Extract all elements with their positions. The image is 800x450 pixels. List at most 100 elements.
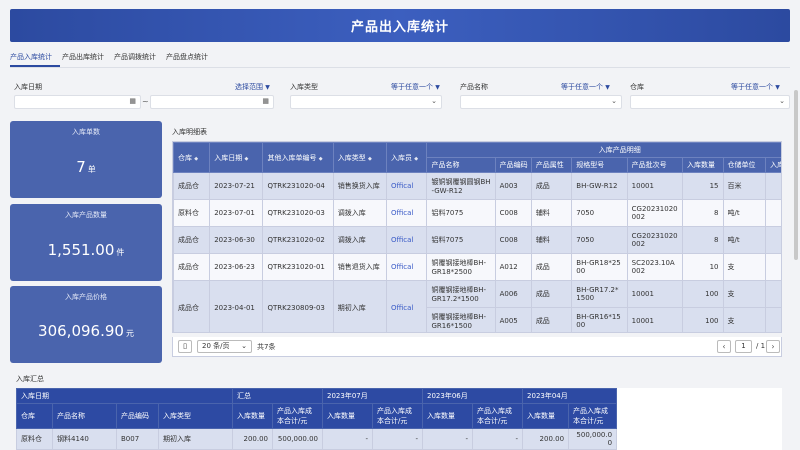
summary-title: 入库汇总 bbox=[16, 375, 44, 383]
cell-total-price: 11,20 bbox=[765, 280, 781, 308]
col-total-price[interactable]: 入库产品总价 bbox=[765, 157, 781, 173]
cell-product-code: C008 bbox=[494, 226, 532, 254]
card-title: 入库产品价格 bbox=[65, 293, 107, 301]
cell-type: 期初入库 bbox=[332, 280, 387, 332]
sort-icon: ◆ bbox=[367, 155, 372, 162]
cell-staff[interactable]: Offical bbox=[385, 253, 428, 281]
cell-product-code: A012 bbox=[494, 253, 532, 281]
card-value: 1,551.00 件 bbox=[47, 241, 125, 259]
summary-subheader: 入库数量 bbox=[232, 403, 273, 429]
date-end-input[interactable]: ▦ bbox=[150, 95, 274, 109]
cell-total-price: 10,90 bbox=[765, 307, 781, 332]
col-qty[interactable]: 入库数量 bbox=[682, 157, 724, 173]
summary-cell: 期初入库 bbox=[158, 428, 233, 450]
date-range-select[interactable]: 选择范围 ▼ bbox=[235, 82, 270, 92]
cell-staff[interactable]: Offical bbox=[385, 226, 428, 254]
tab-bar: 产品入库统计 产品出库统计 产品调拨统计 产品盘点统计 bbox=[10, 52, 790, 68]
cell-total-price bbox=[765, 199, 781, 227]
summary-col-total: 汇总 bbox=[232, 388, 323, 404]
calendar-icon: ▦ bbox=[262, 97, 269, 105]
col-batch[interactable]: 产品批次号 bbox=[626, 157, 684, 173]
cell-product-code: A006 bbox=[494, 280, 532, 308]
cell-unit: 支 bbox=[722, 280, 767, 308]
product-operator-select[interactable]: 等于任意一个 ▼ bbox=[561, 82, 610, 92]
cell-product-name: 铝料7075 bbox=[426, 226, 496, 254]
cell-product-attr: 成品 bbox=[530, 172, 573, 200]
tab-outbound-stats[interactable]: 产品出库统计 bbox=[62, 52, 112, 67]
page-scrollbar[interactable] bbox=[794, 90, 798, 260]
filter-warehouse: 仓库 等于任意一个 ▼ ⌄ bbox=[626, 80, 790, 114]
col-spec[interactable]: 规格型号 bbox=[571, 157, 628, 173]
chevron-down-icon: ⌄ bbox=[779, 97, 785, 105]
type-select[interactable]: ⌄ bbox=[290, 95, 442, 109]
cell-spec: BH-GW-R12 bbox=[571, 172, 628, 200]
tab-transfer-stats[interactable]: 产品调拨统计 bbox=[114, 52, 164, 67]
cell-unit: 百米 bbox=[722, 172, 767, 200]
summary-cell: 200.00 bbox=[232, 428, 273, 450]
type-operator-select[interactable]: 等于任意一个 ▼ bbox=[391, 82, 440, 92]
next-page-button[interactable]: › bbox=[766, 340, 780, 353]
tab-inventory-stats[interactable]: 产品盘点统计 bbox=[166, 52, 216, 67]
cell-product-attr: 辅料 bbox=[530, 226, 573, 254]
cell-staff[interactable]: Offical bbox=[385, 280, 428, 332]
filter-type: 入库类型 等于任意一个 ▼ ⌄ bbox=[286, 80, 446, 114]
cell-date: 2023-07-01 bbox=[209, 199, 264, 227]
cell-type: 调拨入库 bbox=[332, 226, 387, 254]
sort-icon: ◆ bbox=[414, 155, 419, 162]
col-product-name[interactable]: 产品名称 bbox=[426, 157, 496, 173]
cell-type: 销售退货入库 bbox=[332, 253, 387, 281]
cell-batch: 10001 bbox=[626, 307, 684, 332]
page-size-select[interactable]: 20 条/页 ⌄ bbox=[197, 340, 252, 353]
prev-page-button[interactable]: ‹ bbox=[717, 340, 731, 353]
summary-cell: 200.00 bbox=[522, 428, 570, 450]
table-settings-icon[interactable]: ▯ bbox=[178, 340, 192, 353]
warehouse-operator-select[interactable]: 等于任意一个 ▼ bbox=[731, 82, 780, 92]
cell-warehouse: 成品仓 bbox=[173, 172, 211, 200]
table-row[interactable]: 成品仓 2023-07-21 QTRK231020-04 销售换货入库 Offical 镀… bbox=[173, 172, 781, 200]
table-row[interactable]: 原料仓 2023-07-01 QTRK231020-03 调拨入库 Offical 铝料7… bbox=[173, 199, 781, 227]
tab-inbound-stats[interactable]: 产品入库统计 bbox=[10, 52, 60, 67]
cell-qty: 10 bbox=[682, 253, 724, 281]
cell-spec: 7050 bbox=[571, 226, 628, 254]
page-header: 产品出入库统计 bbox=[10, 9, 790, 42]
sort-icon: ◆ bbox=[318, 155, 323, 162]
cell-staff[interactable]: Offical bbox=[385, 172, 428, 200]
summary-cell: - bbox=[472, 428, 524, 450]
col-staff[interactable]: 入库员 ◆ bbox=[385, 142, 428, 173]
summary-cell: - bbox=[371, 428, 424, 450]
summary-col-date: 入库日期 bbox=[16, 388, 233, 404]
table-row[interactable]: 成品仓 2023-06-30 QTRK231020-02 调拨入库 Offical 铝料7… bbox=[173, 226, 781, 254]
warehouse-select[interactable]: ⌄ bbox=[630, 95, 790, 109]
col-date[interactable]: 入库日期 ◆ bbox=[209, 142, 264, 173]
inbound-price-card: 入库产品价格 306,096.90 元 bbox=[10, 286, 162, 363]
summary-subheader: 入库数量 bbox=[422, 403, 474, 429]
col-product-code[interactable]: 产品编码 bbox=[494, 157, 532, 173]
col-unit[interactable]: 仓储单位 bbox=[722, 157, 767, 173]
cell-product-name: 铝料7075 bbox=[426, 199, 496, 227]
product-select[interactable]: ⌄ bbox=[460, 95, 622, 109]
summary-subheader: 产品入库成本合计/元 bbox=[568, 403, 618, 429]
cell-batch: CG20231020002 bbox=[626, 226, 684, 254]
summary-subheader: 产品编码 bbox=[116, 403, 159, 429]
cell-product-attr: 辅料 bbox=[530, 199, 573, 227]
col-product-attr[interactable]: 产品属性 bbox=[530, 157, 573, 173]
table-row[interactable]: 成品仓 2023-06-23 QTRK231020-01 销售退货入库 Offical 铜… bbox=[173, 253, 781, 281]
cell-qty: 8 bbox=[682, 226, 724, 254]
col-warehouse[interactable]: 仓库 ◆ bbox=[173, 142, 211, 173]
cell-product-attr: 成品 bbox=[530, 253, 573, 281]
cell-unit: 支 bbox=[722, 253, 767, 281]
page-number-input[interactable]: 1 bbox=[735, 340, 752, 353]
cell-date: 2023-06-23 bbox=[209, 253, 264, 281]
summary-cell: 原料仓 bbox=[16, 428, 53, 450]
card-value: 306,096.90 元 bbox=[38, 322, 134, 340]
col-group-product-detail: 入库产品明细 bbox=[426, 142, 781, 158]
summary-row[interactable]: 原料仓 钢料4140 B007 期初入库 200.00 500,000.00- - - -200… bbox=[16, 428, 618, 450]
date-start-input[interactable]: ▦ bbox=[14, 95, 141, 109]
cell-type: 调拨入库 bbox=[332, 199, 387, 227]
cell-staff[interactable]: Offical bbox=[385, 199, 428, 227]
summary-col-2023-04: 2023年04月 bbox=[522, 388, 618, 404]
col-type[interactable]: 入库类型 ◆ bbox=[332, 142, 387, 173]
col-order-no[interactable]: 其他入库单编号 ◆ bbox=[262, 142, 334, 173]
table-row[interactable]: 成品仓 2023-04-01 QTRK230809-03 期初入库 Offical 铜覆钢… bbox=[173, 280, 781, 332]
summary-cell: B007 bbox=[116, 428, 159, 450]
